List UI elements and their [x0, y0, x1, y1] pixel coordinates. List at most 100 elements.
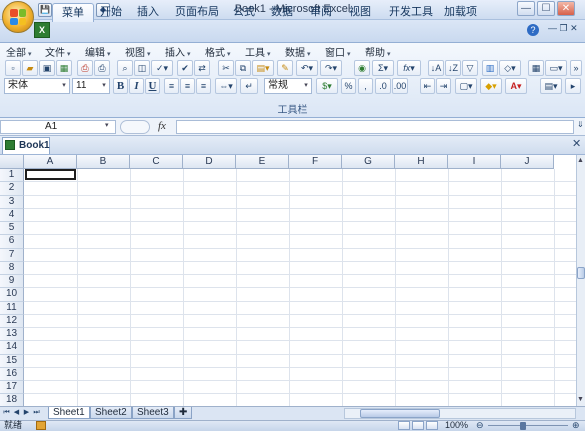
autosum-icon[interactable]: Σ▾	[372, 60, 394, 76]
menu-data[interactable]: 数据 ▾	[285, 44, 311, 59]
copy-icon[interactable]: ⧉	[235, 60, 251, 76]
print-icon[interactable]: ⎙	[94, 60, 110, 76]
borders-icon[interactable]: ▢▾	[455, 78, 477, 94]
row-header[interactable]: 16	[0, 367, 24, 381]
wrap-text-icon[interactable]: ↵	[240, 78, 258, 94]
column-header[interactable]: F	[289, 155, 342, 169]
decrease-indent-icon[interactable]: ⇤	[420, 78, 435, 94]
row-header[interactable]: 9	[0, 275, 24, 289]
font-name-select[interactable]: 宋体 ▾	[4, 78, 70, 94]
tab-view[interactable]: 视图	[340, 3, 380, 22]
menu-insert[interactable]: 插入 ▾	[165, 44, 191, 59]
tab-data[interactable]: 数据	[262, 3, 302, 22]
decrease-decimal-icon[interactable]: .00	[392, 78, 408, 94]
translate-icon[interactable]: ⇄	[194, 60, 210, 76]
maximize-button[interactable]: ☐	[537, 1, 555, 16]
menu-all[interactable]: 全部 ▾	[6, 44, 32, 59]
row-header[interactable]: 12	[0, 314, 24, 328]
sheet-tab-3[interactable]: Sheet3	[132, 407, 174, 419]
tab-review[interactable]: 审阅	[301, 3, 341, 22]
tab-insert[interactable]: 插入	[128, 3, 168, 22]
page-layout-view-icon[interactable]	[412, 421, 424, 430]
column-header[interactable]: E	[236, 155, 289, 169]
close-button[interactable]: ✕	[557, 1, 575, 16]
menu-file[interactable]: 文件 ▾	[45, 44, 71, 59]
fill-color-icon[interactable]: ◆▾	[480, 78, 502, 94]
tab-home[interactable]: 开始	[91, 3, 131, 22]
sheet-tab-2[interactable]: Sheet2	[90, 407, 132, 419]
hyperlink-icon[interactable]: ◉	[354, 60, 370, 76]
research-icon[interactable]: ⌕	[117, 60, 133, 76]
permission-icon[interactable]: ▦	[56, 60, 72, 76]
row-header[interactable]: 4	[0, 208, 24, 222]
menu-window[interactable]: 窗口 ▾	[325, 44, 351, 59]
sort-descending-icon[interactable]: ↓Z	[445, 60, 461, 76]
normal-view-icon[interactable]	[398, 421, 410, 430]
close-document-icon[interactable]: ✕	[572, 137, 581, 150]
first-sheet-icon[interactable]: ⏮	[2, 407, 11, 419]
font-color-icon[interactable]: A▾	[505, 78, 527, 94]
open-icon[interactable]: ▰	[22, 60, 38, 76]
underline-button[interactable]: U	[145, 78, 160, 94]
sort-ascending-icon[interactable]: ↓A	[428, 60, 444, 76]
scroll-down-icon[interactable]: ▼	[577, 396, 584, 403]
minimize-button[interactable]: —	[517, 1, 535, 16]
drawing-icon[interactable]: ◇▾	[499, 60, 521, 76]
prev-sheet-icon[interactable]: ◀	[12, 407, 21, 419]
tab-addins[interactable]: 加载项	[435, 3, 486, 22]
tab-menu[interactable]: 菜单	[52, 3, 94, 22]
row-header[interactable]: 13	[0, 328, 24, 342]
italic-button[interactable]: I	[129, 78, 144, 94]
row-header[interactable]: 10	[0, 288, 24, 302]
preview-icon[interactable]: ◫	[134, 60, 150, 76]
save-toolbar-icon[interactable]: ▣	[39, 60, 55, 76]
vertical-scrollbar[interactable]	[576, 155, 585, 406]
active-cell-a1[interactable]	[25, 169, 76, 180]
row-header[interactable]: 5	[0, 222, 24, 236]
toolbar-more-icon[interactable]: »	[570, 60, 582, 76]
formula-cancel-enter-icon[interactable]	[120, 120, 150, 134]
column-header[interactable]: J	[501, 155, 554, 169]
select-all-corner[interactable]	[0, 155, 24, 169]
abc-check-icon[interactable]: ✔	[177, 60, 193, 76]
zoom-icon[interactable]: ▭▾	[545, 60, 567, 76]
align-left-icon[interactable]: ≡	[164, 78, 179, 94]
next-sheet-icon[interactable]: ▶	[22, 407, 31, 419]
redo-toolbar-icon[interactable]: ↷▾	[320, 60, 342, 76]
print-preview-icon[interactable]: ⎙	[77, 60, 93, 76]
chart-icon[interactable]: ▥	[482, 60, 498, 76]
row-header[interactable]: 15	[0, 354, 24, 368]
menu-view[interactable]: 视图 ▾	[125, 44, 151, 59]
insert-function-icon[interactable]: fx▾	[397, 60, 421, 76]
filter-icon[interactable]: ▽	[462, 60, 478, 76]
worksheet-grid[interactable]	[0, 155, 576, 406]
merge-center-icon[interactable]: ⇔▾	[215, 78, 237, 94]
align-right-icon[interactable]: ≡	[196, 78, 211, 94]
name-box[interactable]: A1	[0, 120, 116, 134]
options-icon[interactable]: ▸	[565, 78, 581, 94]
zoom-slider-knob[interactable]	[520, 422, 526, 430]
column-header[interactable]: A	[24, 155, 77, 169]
row-header[interactable]: 11	[0, 301, 24, 315]
scroll-up-icon[interactable]: ▲	[577, 157, 584, 164]
column-header[interactable]: D	[183, 155, 236, 169]
row-header[interactable]: 8	[0, 261, 24, 275]
page-break-view-icon[interactable]	[426, 421, 438, 430]
row-header[interactable]: 14	[0, 341, 24, 355]
styles-icon[interactable]: ▤▾	[540, 78, 562, 94]
comma-button[interactable]: ,	[358, 78, 373, 94]
macro-record-icon[interactable]	[36, 421, 46, 430]
menu-format[interactable]: 格式 ▾	[205, 44, 231, 59]
column-header[interactable]: H	[395, 155, 448, 169]
column-header[interactable]: C	[130, 155, 183, 169]
vertical-scroll-thumb[interactable]	[577, 267, 585, 279]
zoom-out-icon[interactable]: ⊖	[476, 420, 484, 431]
tab-formulas[interactable]: 公式	[224, 3, 264, 22]
menu-tools[interactable]: 工具 ▾	[245, 44, 271, 59]
help-icon[interactable]: ?	[527, 24, 539, 36]
insert-sheet-icon[interactable]: ✚	[174, 407, 192, 419]
column-header[interactable]: I	[448, 155, 501, 169]
sheet-tab-1[interactable]: Sheet1	[48, 407, 90, 419]
row-header[interactable]: 3	[0, 195, 24, 209]
menu-edit[interactable]: 编辑 ▾	[85, 44, 111, 59]
